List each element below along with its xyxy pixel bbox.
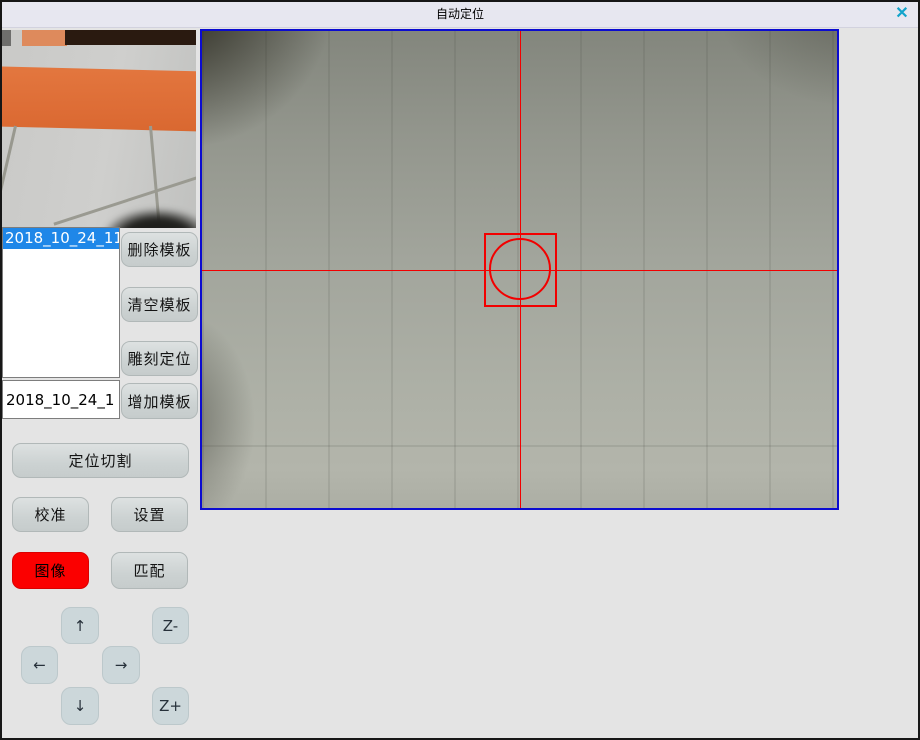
titlebar: 自动定位 ✕ xyxy=(2,2,918,28)
camera-view[interactable] xyxy=(200,29,839,510)
calibrate-button[interactable]: 校准 xyxy=(12,497,89,532)
jog-z-minus-button[interactable]: Z- xyxy=(152,607,189,644)
clear-template-button[interactable]: 清空模板 xyxy=(121,287,198,322)
jog-right-button[interactable]: → xyxy=(102,646,140,684)
position-cut-button[interactable]: 定位切割 xyxy=(12,443,189,478)
settings-button[interactable]: 设置 xyxy=(111,497,188,532)
add-template-button[interactable]: 增加模板 xyxy=(121,383,198,419)
preview-orange-block xyxy=(22,30,67,46)
jog-z-plus-label: Z+ xyxy=(159,697,182,715)
jog-z-minus-label: Z- xyxy=(163,617,178,635)
arrow-right-icon: → xyxy=(115,656,128,674)
preview-orange-beam xyxy=(2,66,196,131)
template-preview-image xyxy=(2,30,196,228)
jog-z-plus-button[interactable]: Z+ xyxy=(152,687,189,725)
template-list-item[interactable]: 2018_10_24_11 xyxy=(3,228,119,249)
jog-down-button[interactable]: ↓ xyxy=(61,687,99,725)
template-listbox[interactable]: 2018_10_24_11 xyxy=(2,227,120,378)
arrow-up-icon: ↑ xyxy=(74,617,87,635)
auto-position-window: 自动定位 ✕ 2018_10_24_11 删除模板 清空模板 雕刻定位 增加模板… xyxy=(0,0,920,740)
window-title: 自动定位 xyxy=(2,2,918,27)
engrave-position-button[interactable]: 雕刻定位 xyxy=(121,341,198,376)
preview-grout-line xyxy=(2,126,17,228)
image-button[interactable]: 图像 xyxy=(12,552,89,589)
jog-left-button[interactable]: ← xyxy=(21,646,58,684)
close-icon: ✕ xyxy=(895,5,908,22)
match-region-circle xyxy=(489,238,551,300)
preview-dark-object xyxy=(102,208,196,228)
jog-up-button[interactable]: ↑ xyxy=(61,607,99,644)
arrow-left-icon: ← xyxy=(33,656,46,674)
arrow-down-icon: ↓ xyxy=(74,697,87,715)
preview-grey-corner xyxy=(2,30,11,46)
match-button[interactable]: 匹配 xyxy=(111,552,188,589)
close-button[interactable]: ✕ xyxy=(892,4,912,24)
template-name-input[interactable] xyxy=(2,380,120,419)
preview-dark-band xyxy=(65,30,196,45)
delete-template-button[interactable]: 删除模板 xyxy=(121,232,198,267)
